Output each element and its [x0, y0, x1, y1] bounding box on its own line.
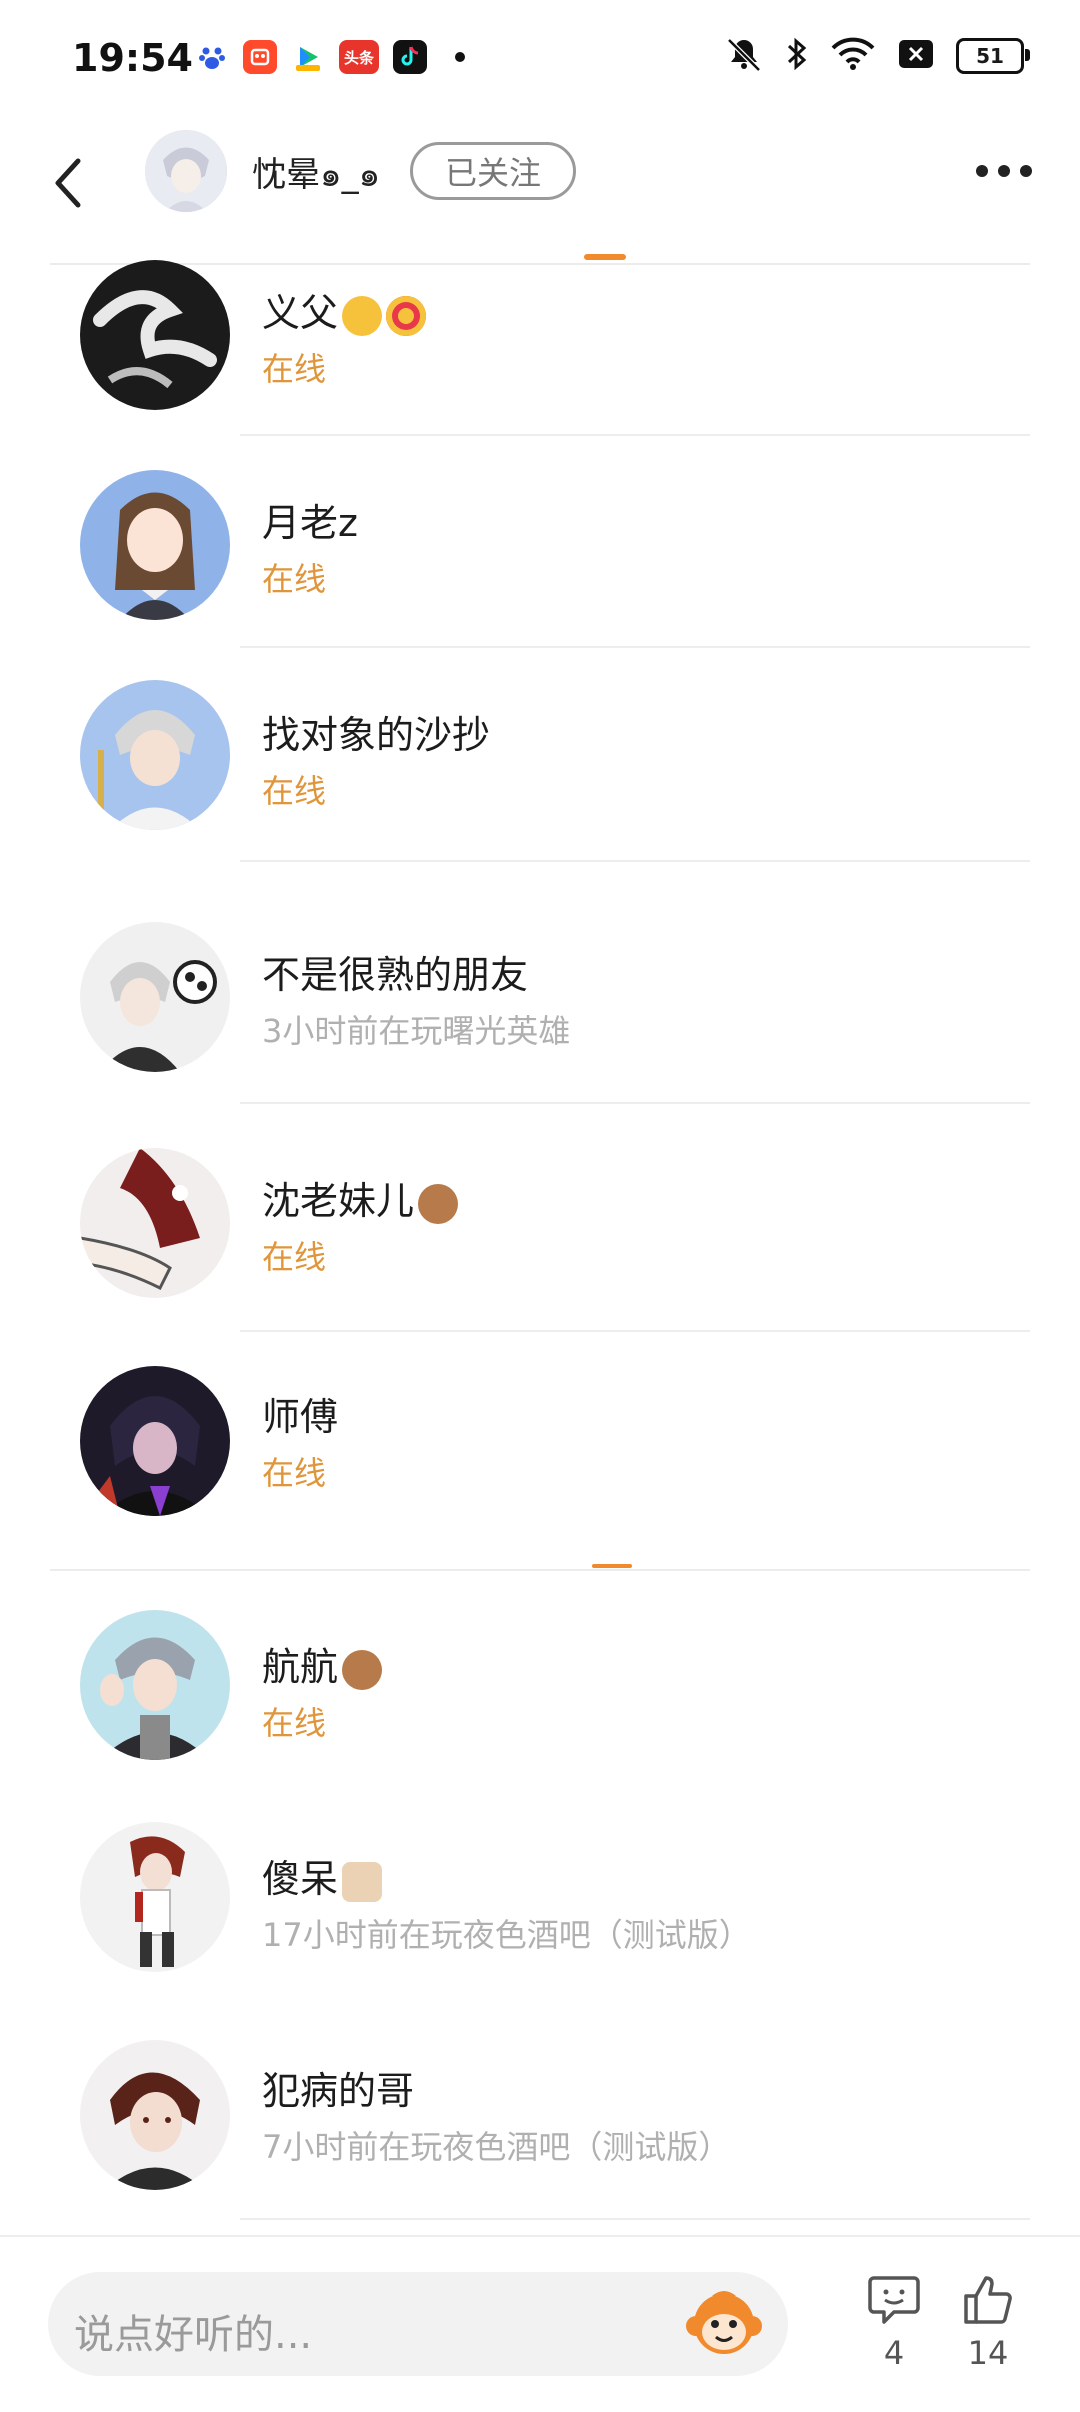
friend-avatar[interactable]: [80, 1148, 230, 1298]
video-app-icon: [291, 40, 325, 74]
friend-avatar[interactable]: [80, 680, 230, 830]
wifi-icon: [830, 36, 876, 76]
comment-count: 4: [883, 2334, 905, 2372]
friend-row[interactable]: 傻呆 17小时前在玩夜色酒吧（测试版）: [0, 1786, 1080, 1998]
mute-icon: [724, 36, 764, 76]
notification-icons: 头条: [195, 40, 465, 74]
friend-name: 师傅: [262, 1395, 339, 1439]
monkey-mascot-icon[interactable]: [682, 2282, 766, 2366]
friend-avatar[interactable]: [80, 1822, 230, 1972]
friend-name: 义父: [262, 282, 427, 337]
more-dot: [976, 165, 988, 177]
comment-icon: [868, 2276, 920, 2324]
friend-name: 不是很熟的朋友: [262, 953, 529, 997]
friend-avatar[interactable]: [80, 1366, 230, 1516]
friend-status: 在线: [262, 350, 327, 388]
friend-avatar[interactable]: [80, 470, 230, 620]
back-arrow-icon: [55, 158, 81, 208]
row-divider: [240, 860, 1030, 862]
header-username[interactable]: 忱晕๑_๑: [252, 147, 380, 201]
sim-icon: [898, 39, 934, 73]
bottom-divider: [0, 2235, 1080, 2237]
status-time: 19:54: [72, 36, 193, 80]
following-button[interactable]: 已关注: [410, 142, 576, 200]
heart-eyes-icon: [386, 295, 427, 336]
friend-name: 傻呆: [262, 1848, 383, 1903]
friend-status: 7小时前在玩夜色酒吧（测试版）: [262, 2128, 731, 2166]
friend-row[interactable]: 月老z 在线: [0, 440, 1080, 654]
more-notifications-dot: [455, 52, 465, 62]
row-divider: [240, 2218, 1030, 2220]
drooling-face-icon: [342, 295, 383, 336]
friend-status: 17小时前在玩夜色酒吧（测试版）: [262, 1916, 751, 1954]
friend-status: 在线: [262, 560, 327, 598]
friend-status: 在线: [262, 1454, 327, 1492]
thumbs-up-icon: [964, 2276, 1012, 2324]
friend-row[interactable]: 师傅 在线: [0, 1332, 1080, 1568]
friend-name: 沈老妹儿: [262, 1170, 459, 1225]
comment-placeholder: 说点好听的...: [74, 2312, 313, 2358]
friend-avatar[interactable]: [80, 260, 230, 410]
bluetooth-icon: [786, 36, 808, 76]
friend-avatar[interactable]: [80, 922, 230, 1072]
section-indicator: [592, 1564, 632, 1568]
friend-row[interactable]: 义父 在线: [0, 240, 1080, 440]
row-divider: [240, 434, 1030, 436]
status-bar: 19:54 头条 51: [0, 0, 1080, 120]
friend-avatar[interactable]: [80, 1610, 230, 1760]
like-count: 14: [967, 2334, 1009, 2372]
friend-status: 3小时前在玩曙光英雄: [262, 1012, 571, 1050]
more-options-button[interactable]: [976, 165, 1032, 177]
row-divider: [240, 1102, 1030, 1104]
friend-status: 在线: [262, 1238, 327, 1276]
pointing-up-icon: [342, 1861, 383, 1902]
kuaishou-icon: [243, 40, 277, 74]
header-avatar[interactable]: [145, 130, 227, 212]
monkey-icon: [342, 1649, 383, 1690]
system-icons: 51: [724, 36, 1030, 76]
friend-status: 在线: [262, 1704, 327, 1742]
friend-row[interactable]: 航航 在线: [0, 1572, 1080, 1786]
friend-name: 犯病的哥: [262, 2069, 415, 2113]
friend-row[interactable]: 犯病的哥 7小时前在玩夜色酒吧（测试版）: [0, 1998, 1080, 2228]
baidu-icon: [195, 40, 229, 74]
see-no-evil-monkey-icon: [418, 1183, 459, 1224]
friend-row[interactable]: 不是很熟的朋友 3小时前在玩曙光英雄: [0, 866, 1080, 1106]
like-button[interactable]: 14: [960, 2272, 1016, 2372]
section-divider: [50, 1569, 1030, 1571]
friend-row[interactable]: 找对象的沙抄 在线: [0, 654, 1080, 866]
friend-name: 月老z: [262, 501, 358, 545]
friend-status: 在线: [262, 772, 327, 810]
comment-button[interactable]: 4: [866, 2272, 922, 2372]
row-divider: [240, 646, 1030, 648]
comment-input[interactable]: 说点好听的...: [48, 2272, 788, 2376]
friend-name: 找对象的沙抄: [262, 713, 491, 757]
friend-row[interactable]: 沈老妹儿 在线: [0, 1106, 1080, 1332]
more-dot: [1020, 165, 1032, 177]
battery-indicator: 51: [956, 38, 1030, 74]
back-button[interactable]: [48, 153, 98, 213]
toutiao-icon: 头条: [339, 40, 379, 74]
profile-header: 忱晕๑_๑ 已关注: [0, 125, 1080, 245]
douyin-icon: [393, 40, 427, 74]
more-dot: [998, 165, 1010, 177]
friend-name: 航航: [262, 1636, 383, 1691]
friend-avatar[interactable]: [80, 2040, 230, 2190]
